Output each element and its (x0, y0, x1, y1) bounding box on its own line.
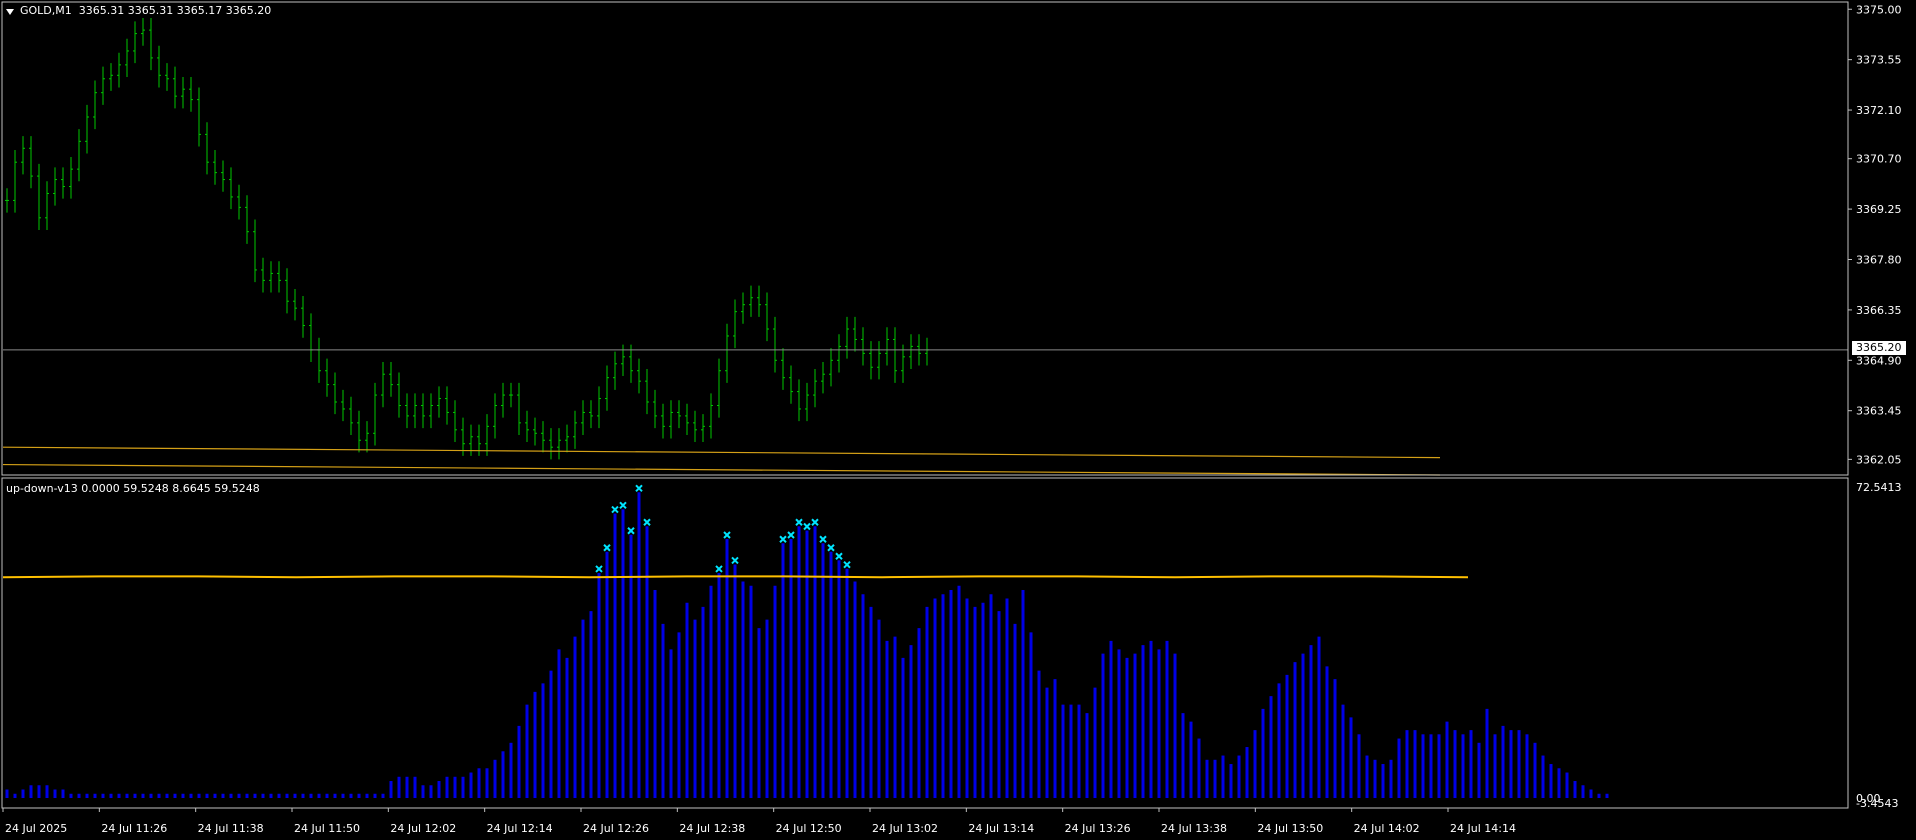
time-label: 24 Jul 13:50 (1257, 822, 1323, 835)
signal-marker-icon (827, 544, 835, 552)
signal-marker-icon (635, 484, 643, 493)
signal-marker-icon (795, 518, 803, 526)
indicator-header: up-down-v13 0.0000 59.5248 8.6645 59.524… (6, 482, 260, 495)
price-tick-label: 3366.35 (1856, 304, 1902, 317)
signal-marker-icon (731, 556, 739, 565)
time-label: 24 Jul 13:02 (872, 822, 938, 835)
indicator-max-label: 72.5413 (1856, 481, 1902, 494)
price-tick-label: 3375.00 (1856, 3, 1902, 16)
price-tick-label: 3373.55 (1856, 54, 1902, 67)
signal-marker-icon (787, 531, 795, 539)
time-label: 24 Jul 14:14 (1450, 822, 1516, 835)
signal-marker-icon (803, 522, 811, 531)
time-label: 24 Jul 14:02 (1354, 822, 1420, 835)
signal-marker-icon (835, 552, 843, 560)
price-tick-label: 3372.10 (1856, 104, 1902, 117)
time-label: 24 Jul 11:26 (101, 822, 167, 835)
time-label: 24 Jul 11:50 (294, 822, 360, 835)
time-label: 24 Jul 13:38 (1161, 822, 1227, 835)
price-tick-label: 3370.70 (1856, 153, 1902, 166)
price-tick-label: 3369.25 (1856, 203, 1902, 216)
chart-menu-triangle-icon[interactable] (6, 9, 14, 15)
signal-marker-icon (619, 501, 627, 509)
signal-marker-icon (819, 535, 827, 543)
signal-marker-icon (603, 544, 611, 552)
signal-marker-icon (843, 561, 851, 569)
time-label: 24 Jul 11:38 (198, 822, 264, 835)
time-label: 24 Jul 12:50 (776, 822, 842, 835)
signal-marker-icon (715, 565, 723, 573)
price-tick-label: 3362.05 (1856, 453, 1902, 466)
price-tick-label: 3363.45 (1856, 405, 1902, 418)
indicator-pane (2, 484, 1609, 798)
chart-area: 3375.00 3373.55 3372.10 3370.70 3369.25 3367.… (1, 1, 1902, 835)
symbol-label: GOLD,M1 (20, 4, 72, 17)
ohlc-values: 3365.31 3365.31 3365.17 3365.20 (78, 4, 272, 17)
signal-marker-icon (643, 518, 651, 526)
time-label: 24 Jul 12:02 (390, 822, 456, 835)
signal-marker-icon (811, 518, 819, 526)
time-label: 24 Jul 12:26 (583, 822, 649, 835)
moving-average-line (2, 446, 1441, 459)
indicator-name: up-down-v13 (6, 482, 78, 495)
price-pane-border (1, 1, 1849, 476)
indicator-values: 0.0000 59.5248 8.6645 59.5248 (81, 482, 260, 495)
price-pane (2, 17, 1848, 476)
time-label: 24 Jul 12:38 (679, 822, 745, 835)
indicator-pane-border (1, 477, 1849, 809)
time-label: 24 Jul 13:26 (1065, 822, 1131, 835)
time-label: 24 Jul 2025 (5, 822, 67, 835)
signal-marker-icon (627, 527, 635, 535)
signal-line (2, 575, 1469, 579)
signal-marker-icon (595, 565, 603, 573)
chart-header: GOLD,M1 3365.31 3365.31 3365.17 3365.20 (20, 4, 271, 17)
signal-marker-icon (779, 535, 787, 543)
price-tick-label: 3364.90 (1856, 354, 1902, 367)
signal-marker-icon (723, 531, 731, 539)
moving-average-line (2, 463, 1441, 476)
current-price-tag: 3365.20 (1852, 341, 1906, 355)
indicator-min-label: -3.4543 (1856, 797, 1898, 810)
price-tick-label: 3367.80 (1856, 254, 1902, 267)
signal-marker-icon (611, 505, 619, 514)
time-label: 24 Jul 12:14 (487, 822, 553, 835)
time-label: 24 Jul 13:14 (968, 822, 1034, 835)
